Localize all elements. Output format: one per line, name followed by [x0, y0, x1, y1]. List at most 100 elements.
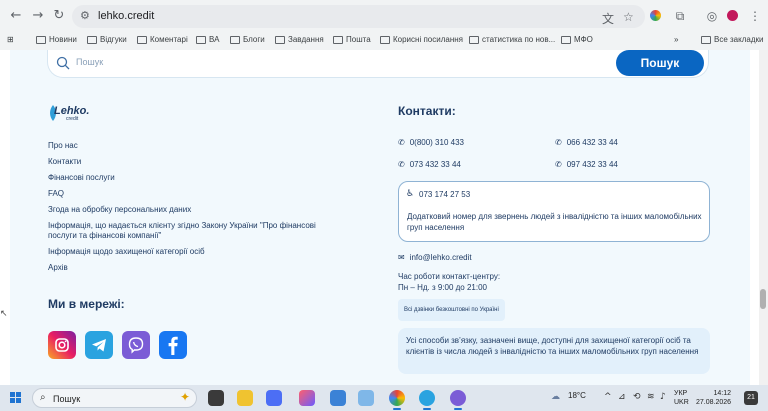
windows-taskbar: ⌕ Пошук ✦ ☁ 18°C ^ ⊿ ⟲ ≋ ♪ УКР UKR 14:12… [0, 385, 768, 411]
sync-icon[interactable]: ⟲ [633, 392, 641, 402]
folder-icon [380, 35, 390, 44]
folder-icon [36, 35, 46, 44]
email-link[interactable]: ✉ info@lehko.credit [398, 253, 472, 262]
bookmark-item[interactable]: Завдання [275, 35, 324, 44]
phone-icon: ✆ [555, 138, 562, 147]
site-info-icon[interactable]: ⚙ [80, 9, 90, 22]
bookmark-item[interactable]: Коментарі [137, 35, 188, 44]
menu-dots-icon[interactable]: ⋮ [747, 8, 763, 24]
tray-chevron-icon[interactable]: ^ [604, 392, 612, 402]
weather-cloud-icon[interactable]: ☁ [551, 392, 560, 402]
link-protected-category-info[interactable]: Інформація щодо захищеної категорії осіб [48, 247, 338, 257]
bookmark-item[interactable]: статистика по нов... [469, 35, 555, 44]
link-archive[interactable]: Архів [48, 263, 338, 273]
bookmarks-more-button[interactable]: » [674, 35, 678, 44]
social-title: Ми в мережі: [48, 297, 125, 311]
wifi-icon[interactable]: ≋ [647, 392, 655, 402]
link-personal-data-consent[interactable]: Згода на обробку персональних даних [48, 205, 338, 215]
accessibility-contact-box: ♿ 073 174 27 53 Додатковий номер для зве… [398, 181, 710, 242]
back-button[interactable]: ← [8, 8, 24, 24]
link-financial-services[interactable]: Фінансові послуги [48, 173, 338, 183]
facebook-icon[interactable] [159, 331, 187, 359]
url-text[interactable]: lehko.credit [98, 10, 154, 22]
folder-icon [469, 35, 479, 44]
volume-icon[interactable]: ♪ [660, 392, 666, 402]
search-icon: ⌕ [40, 392, 46, 403]
extension-color-icon[interactable] [650, 10, 661, 21]
link-client-info-law[interactable]: Інформація, що надається клієнту згідно … [48, 221, 338, 241]
phone-icon: ✆ [398, 160, 405, 169]
folder-icon [561, 35, 571, 44]
viber-icon[interactable] [122, 331, 150, 359]
viber-app-icon[interactable] [450, 390, 466, 410]
link-faq[interactable]: FAQ [48, 189, 338, 199]
working-hours: Час роботи контакт-центру: Пн – Нд. з 9:… [398, 272, 501, 292]
search-highlight-icon: ✦ [179, 390, 190, 404]
scrollbar-track[interactable] [759, 50, 768, 385]
scrollbar-thumb[interactable] [760, 289, 766, 309]
network-icon[interactable]: ⊿ [618, 392, 626, 402]
file-explorer-icon[interactable] [237, 390, 253, 406]
folder-icon [87, 35, 97, 44]
translate-icon[interactable]: 文 [602, 10, 614, 27]
profile-avatar-icon[interactable] [727, 10, 738, 21]
phone-link[interactable]: ✆ 073 432 33 44 [398, 160, 461, 169]
telegram-icon[interactable] [85, 331, 113, 359]
accessibility-phone[interactable]: 073 174 27 53 [419, 190, 470, 199]
language-indicator[interactable]: УКР UKR [674, 389, 689, 407]
protected-category-info: Усі способи зв’язку, зазначені вище, дос… [398, 328, 710, 374]
notifications-badge[interactable]: 21 [744, 391, 758, 405]
phone-link[interactable]: ✆ 066 432 33 44 [555, 138, 618, 147]
copilot-icon[interactable] [299, 390, 315, 406]
mail-icon: ✉ [398, 253, 405, 262]
footer-links: Про нас Контакти Фінансові послуги FAQ З… [48, 141, 338, 279]
all-bookmarks-button[interactable]: Все закладки [701, 35, 763, 44]
address-bar[interactable]: ⚙ lehko.credit 文 ☆ [72, 5, 645, 28]
apps-grid-icon[interactable]: ⊞ [7, 35, 14, 44]
wheelchair-icon: ♿ [406, 189, 415, 199]
search-input[interactable]: Пошук [76, 57, 103, 67]
folder-icon [333, 35, 343, 44]
instagram-icon[interactable] [48, 331, 76, 359]
bookmark-item[interactable]: Блоги [230, 35, 265, 44]
browser-toolbar: ← → ↻ ⚙ lehko.credit 文 ☆ ⧉ ◎ ⋮ [0, 0, 768, 32]
link-about[interactable]: Про нас [48, 141, 338, 151]
extensions-puzzle-icon[interactable]: ⧉ [672, 8, 688, 24]
bookmark-item[interactable]: ВА [196, 35, 219, 44]
weather-temp[interactable]: 18°C [568, 391, 586, 400]
search-button[interactable]: Пошук [616, 50, 704, 76]
folder-icon [137, 35, 147, 44]
phone-icon: ✆ [555, 160, 562, 169]
telegram-app-icon[interactable] [419, 390, 435, 410]
taskbar-search[interactable]: ⌕ Пошук ✦ [32, 388, 197, 408]
search-bar: Пошук Пошук [47, 50, 709, 78]
chrome-app-icon[interactable] [389, 390, 405, 410]
reload-button[interactable]: ↻ [51, 8, 67, 24]
chat-extension-icon[interactable]: ◎ [704, 8, 720, 24]
forward-button[interactable]: → [30, 8, 46, 24]
contacts-title: Контакти: [398, 104, 456, 118]
search-icon [56, 56, 70, 70]
lehko-logo[interactable]: Lehko. credit [48, 102, 108, 124]
windows-start-icon[interactable] [10, 392, 22, 404]
bookmark-star-icon[interactable]: ☆ [623, 10, 634, 24]
folder-icon [701, 35, 711, 44]
bookmark-item[interactable]: Корисні посилання [380, 35, 463, 44]
link-contacts[interactable]: Контакти [48, 157, 338, 167]
bookmark-item[interactable]: МФО [561, 35, 593, 44]
system-clock[interactable]: 14:12 27.08.2026 [696, 389, 731, 407]
folder-icon [196, 35, 206, 44]
photos-icon[interactable] [266, 390, 282, 406]
bookmark-item[interactable]: Відгуки [87, 35, 127, 44]
mouse-cursor-icon: ↖ [0, 309, 8, 319]
task-view-icon[interactable] [208, 390, 224, 406]
notes-app-icon[interactable] [358, 390, 374, 406]
phone-link[interactable]: ✆ 0(800) 310 433 [398, 138, 464, 147]
calendar-app-icon[interactable] [330, 390, 346, 406]
bookmark-item[interactable]: Пошта [333, 35, 371, 44]
accessibility-text: Додатковий номер для звернень людей з ін… [407, 212, 702, 232]
phone-link[interactable]: ✆ 097 432 33 44 [555, 160, 618, 169]
folder-icon [230, 35, 240, 44]
bookmark-item[interactable]: Новини [36, 35, 77, 44]
bookmarks-bar: ⊞ Новини Відгуки Коментарі ВА Блоги Завд… [0, 32, 768, 50]
